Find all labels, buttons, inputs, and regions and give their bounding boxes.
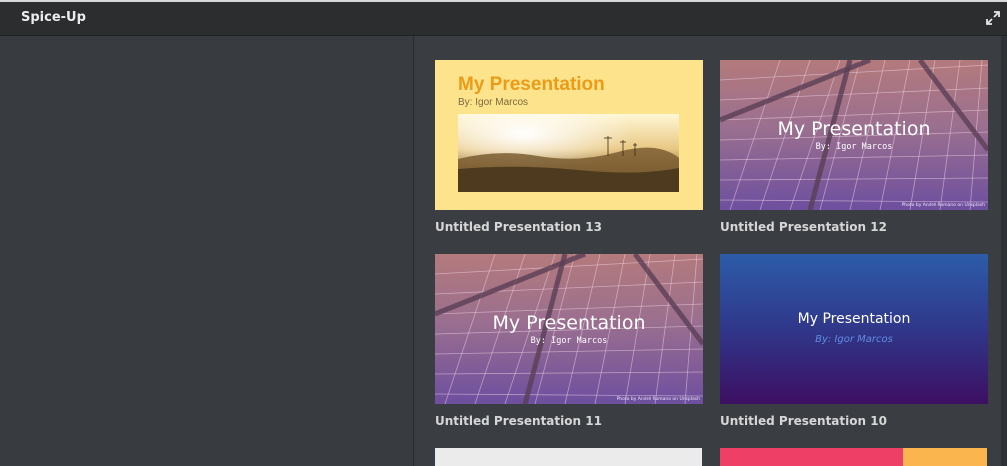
slide-author: By: Igor Marcos: [815, 334, 893, 345]
slide-title: My Presentation: [777, 118, 931, 140]
presentation-thumbnail[interactable]: My Presentation By: Igor Marcos Photo by…: [720, 60, 988, 210]
editor-pane: [0, 36, 413, 466]
slide-author: By: Igor Marcos: [530, 336, 608, 346]
scrollbar-track[interactable]: [1001, 36, 1007, 466]
slide-title: My Presentation: [492, 312, 646, 334]
photo-credit: Photo by André Romano on Unsplash: [901, 203, 985, 208]
presentation-name: Untitled Presentation 12: [720, 220, 887, 234]
presentation-name: Untitled Presentation 13: [435, 220, 602, 234]
slide-title: My Presentation: [458, 74, 605, 95]
thumbnail-accent-block: [903, 448, 987, 466]
photo-credit: Photo by André Romano on Unsplash: [616, 397, 700, 402]
presentation-thumbnail[interactable]: My Presentation By: Igor Marcos Photo by…: [435, 254, 703, 404]
presentation-name: Untitled Presentation 10: [720, 414, 887, 428]
slide-author: By: Igor Marcos: [815, 142, 893, 152]
presentation-name: Untitled Presentation 11: [435, 414, 602, 428]
app-title: Spice-Up: [21, 10, 86, 25]
presentation-thumbnail[interactable]: My Presentation By: Igor Marcos: [720, 254, 988, 404]
top-border: [0, 0, 1007, 2]
slide-author: By: Igor Marcos: [458, 97, 529, 108]
title-bar: Spice-Up: [0, 0, 1007, 36]
slide-title: My Presentation: [797, 311, 911, 327]
presentation-thumbnail-partial[interactable]: [720, 448, 987, 466]
presentation-thumbnail-partial[interactable]: [435, 448, 702, 466]
presentation-thumbnail[interactable]: My Presentation By: Igor Marcos: [435, 60, 703, 210]
fullscreen-icon[interactable]: [985, 10, 1001, 26]
sunset-image: [458, 114, 679, 192]
